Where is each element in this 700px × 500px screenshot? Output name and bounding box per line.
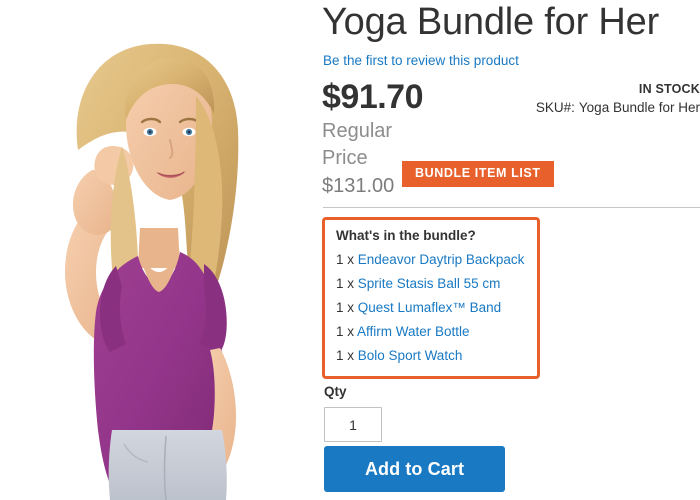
bundle-item-link[interactable]: Quest Lumaflex™ Band	[358, 300, 501, 315]
sku-row: SKU#: Yoga Bundle for Her	[450, 100, 700, 115]
product-image[interactable]	[0, 0, 315, 500]
list-item: 1 x Bolo Sport Watch	[336, 344, 527, 368]
bundle-item-list-annotation: BUNDLE ITEM LIST	[402, 161, 554, 187]
final-price: $91.70	[322, 78, 424, 116]
bundle-item-link[interactable]: Endeavor Daytrip Backpack	[358, 252, 525, 267]
bundle-item-qty: 1 x	[336, 252, 355, 267]
product-detail-page: Yoga Bundle for Her Be the first to revi…	[0, 0, 700, 500]
list-item: 1 x Endeavor Daytrip Backpack	[336, 248, 527, 272]
qty-label: Qty	[324, 384, 347, 399]
product-info-main: Yoga Bundle for Her Be the first to revi…	[322, 0, 700, 500]
product-gallery	[0, 0, 315, 500]
bundle-item-list-box: What's in the bundle? 1 x Endeavor Daytr…	[322, 217, 540, 379]
sku-label: SKU#:	[535, 100, 575, 115]
bundle-item-link[interactable]: Bolo Sport Watch	[358, 348, 463, 363]
write-review-link[interactable]: Be the first to review this product	[323, 53, 519, 68]
list-item: 1 x Sprite Stasis Ball 55 cm	[336, 272, 527, 296]
add-to-cart-button[interactable]: Add to Cart	[324, 446, 505, 492]
bundle-item-qty: 1 x	[336, 324, 355, 339]
bundle-item-qty: 1 x	[336, 348, 355, 363]
stock-and-sku: IN STOCK SKU#: Yoga Bundle for Her	[450, 82, 700, 115]
bundle-items-list: 1 x Endeavor Daytrip Backpack 1 x Sprite …	[335, 248, 527, 368]
section-divider	[323, 207, 700, 208]
qty-input[interactable]	[324, 407, 382, 442]
bundle-item-qty: 1 x	[336, 276, 355, 291]
stock-status-badge: IN STOCK	[638, 82, 700, 96]
page-title: Yoga Bundle for Her	[322, 1, 660, 43]
bundle-heading: What's in the bundle?	[336, 228, 476, 243]
list-item: 1 x Quest Lumaflex™ Band	[336, 296, 527, 320]
bundle-item-link[interactable]: Sprite Stasis Ball 55 cm	[358, 276, 501, 291]
sku-value: Yoga Bundle for Her	[578, 100, 700, 115]
list-item: 1 x Affirm Water Bottle	[336, 320, 527, 344]
bundle-item-qty: 1 x	[336, 300, 355, 315]
regular-price-label: Regular Price	[322, 120, 393, 169]
bundle-item-link[interactable]: Affirm Water Bottle	[357, 324, 470, 339]
